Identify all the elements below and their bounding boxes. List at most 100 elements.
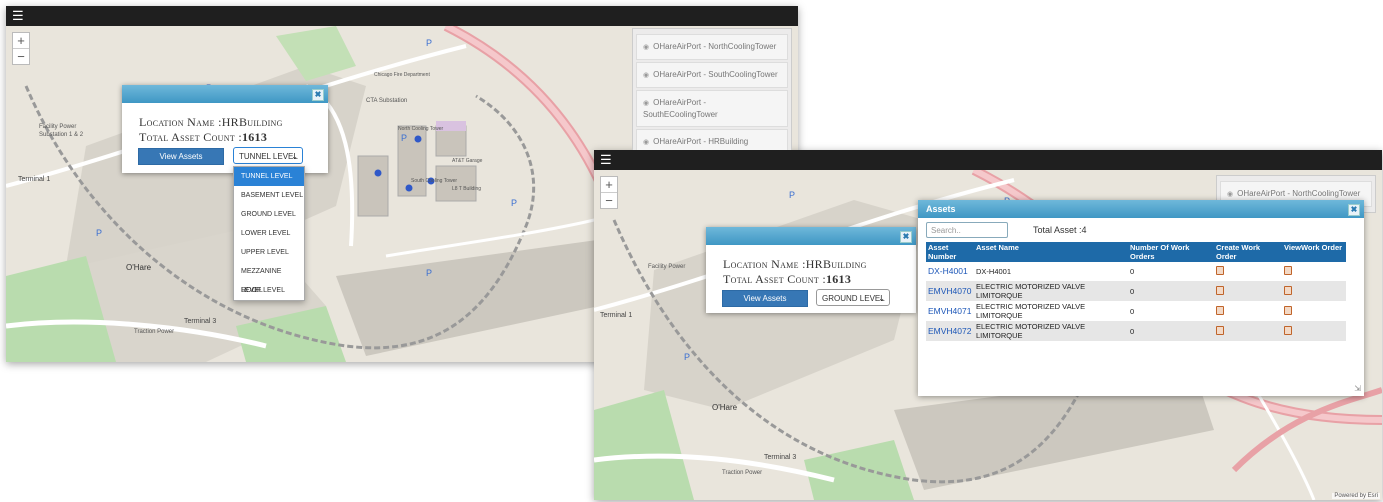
eye-icon: ◉ — [1227, 191, 1234, 198]
asset-name: ELECTRIC MOTORIZED VALVE LIMITORQUE — [974, 321, 1128, 341]
level-option-mezzanine[interactable]: MEZZANINE LEVEL — [234, 262, 304, 294]
work-order-count: 0 — [1128, 281, 1214, 301]
level-select[interactable]: TUNNEL LEVEL ⌄ — [233, 147, 303, 164]
svg-text:P: P — [684, 352, 690, 362]
asset-number-link[interactable]: EMVH4070 — [928, 286, 971, 296]
level-dropdown-list: TUNNEL LEVEL BASEMENT LEVEL GROUND LEVEL… — [233, 166, 305, 301]
map-label-facility-power: Facility Power — [39, 124, 77, 130]
map-label-substation: Substation 1 & 2 — [39, 132, 84, 138]
zoom-in-button[interactable]: + — [601, 177, 617, 192]
zoom-out-button[interactable]: − — [13, 48, 29, 64]
eye-icon: ◉ — [643, 44, 650, 51]
work-order-count: 0 — [1128, 262, 1214, 281]
col-asset-name[interactable]: Asset Name — [974, 242, 1128, 262]
level-option-upper[interactable]: UPPER LEVEL — [234, 243, 304, 262]
table-row: DX-H4001 DX-H4001 0 — [926, 262, 1346, 281]
svg-text:P: P — [789, 190, 795, 200]
eye-icon: ◉ — [643, 72, 650, 79]
layer-list: ◉ OHareAirPort - NorthCoolingTower ◉ OHare… — [632, 28, 792, 161]
chevron-down-icon: ⌄ — [878, 294, 885, 303]
col-create-work-order[interactable]: Create Work Order — [1214, 242, 1282, 262]
popup-header: ✖ — [706, 227, 916, 245]
zoom-in-button[interactable]: + — [13, 33, 29, 48]
svg-text:P: P — [426, 38, 432, 48]
chevron-down-icon: ⌄ — [291, 152, 298, 161]
hamburger-icon[interactable]: ☰ — [600, 152, 612, 168]
col-view-work-order[interactable]: ViewWork Order — [1282, 242, 1346, 262]
location-name: Location Name :HRBuilding — [723, 257, 867, 271]
level-option-ground[interactable]: GROUND LEVEL — [234, 205, 304, 224]
view-work-order-icon[interactable] — [1284, 325, 1292, 335]
table-header-row: Asset Number Asset Name Number Of Work O… — [926, 242, 1346, 262]
map-label-south-cooling: South Cooling Tower — [411, 178, 458, 184]
view-work-order-icon[interactable] — [1284, 285, 1292, 295]
map-label-cta: CTA Substation — [366, 98, 408, 104]
create-work-order-icon[interactable] — [1216, 325, 1224, 335]
asset-number-link[interactable]: DX-H4001 — [928, 266, 968, 276]
layer-item[interactable]: ◉ OHareAirPort - SouthCoolingTower — [636, 62, 788, 88]
map-label-terminal3: Terminal 3 — [764, 454, 797, 461]
asset-number-link[interactable]: EMVH4071 — [928, 306, 971, 316]
level-option-basement[interactable]: BASEMENT LEVEL — [234, 186, 304, 205]
map-label-fire: Chicago Fire Department — [374, 72, 430, 78]
create-work-order-icon[interactable] — [1216, 285, 1224, 295]
col-asset-number[interactable]: Asset Number — [926, 242, 974, 262]
zoom-out-button[interactable]: − — [601, 192, 617, 208]
svg-text:P: P — [511, 198, 517, 208]
map-label-facility-power: Facility Power — [648, 264, 686, 270]
asset-name: ELECTRIC MOTORIZED VALVE LIMITORQUE — [974, 301, 1128, 321]
total-asset-count: Total Asset Count :1613 — [139, 130, 268, 144]
level-option-roof[interactable]: ROOF LEVEL — [234, 281, 304, 300]
top-toolbar: ☰ — [6, 6, 798, 26]
eye-icon: ◉ — [643, 100, 650, 107]
asset-name: ELECTRIC MOTORIZED VALVE LIMITORQUE — [974, 281, 1128, 301]
layer-item[interactable]: ◉ OHareAirPort - SouthECoolingTower — [636, 90, 788, 127]
level-select[interactable]: GROUND LEVEL ⌄ — [816, 289, 890, 306]
svg-text:P: P — [426, 268, 432, 278]
assets-title: Assets — [926, 204, 956, 214]
create-work-order-icon[interactable] — [1216, 266, 1224, 275]
search-input[interactable] — [926, 222, 1008, 238]
hamburger-icon[interactable]: ☰ — [12, 8, 24, 24]
close-icon[interactable]: ✖ — [900, 231, 912, 243]
asset-name: DX-H4001 — [974, 262, 1128, 281]
asset-number-link[interactable]: EMVH4072 — [928, 326, 971, 336]
view-work-order-icon[interactable] — [1284, 305, 1292, 315]
right-screenshot-window: ☰ P P P O'Hare Terminal 1 Terminal 3 Fac… — [594, 150, 1382, 500]
map-label-ohare: O'Hare — [126, 263, 152, 272]
create-work-order-icon[interactable] — [1216, 305, 1224, 315]
map-label-att-garage: AT&T Garage — [452, 158, 483, 164]
svg-text:P: P — [401, 133, 407, 143]
table-row: EMVH4071 ELECTRIC MOTORIZED VALVE LIMITO… — [926, 301, 1346, 321]
level-option-tunnel[interactable]: TUNNEL LEVEL — [234, 167, 304, 186]
zoom-control: + − — [12, 32, 30, 65]
level-option-lower[interactable]: LOWER LEVEL — [234, 224, 304, 243]
assets-dialog: Assets ✖ Total Asset :4 Asset Number Ass… — [918, 200, 1364, 396]
view-assets-button[interactable]: View Assets — [138, 148, 224, 165]
location-name: Location Name :HRBuilding — [139, 115, 283, 129]
eye-icon: ◉ — [643, 139, 650, 146]
close-icon[interactable]: ✖ — [1348, 204, 1360, 216]
resize-handle-icon[interactable]: ⇲ — [1354, 384, 1361, 393]
view-assets-button[interactable]: View Assets — [722, 290, 808, 307]
map-label-terminal3: Terminal 3 — [184, 318, 217, 325]
total-asset-label: Total Asset :4 — [1033, 225, 1087, 235]
close-icon[interactable]: ✖ — [312, 89, 324, 101]
map-label-l8: L8 T Building — [452, 186, 482, 192]
top-toolbar: ☰ — [594, 150, 1382, 170]
map-attribution: Powered by Esri — [1332, 493, 1380, 499]
work-order-count: 0 — [1128, 301, 1214, 321]
layer-item[interactable]: ◉ OHareAirPort - NorthCoolingTower — [636, 34, 788, 60]
total-asset-count: Total Asset Count :1613 — [723, 272, 852, 286]
assets-table: Asset Number Asset Name Number Of Work O… — [926, 242, 1346, 341]
table-row: EMVH4072 ELECTRIC MOTORIZED VALVE LIMITO… — [926, 321, 1346, 341]
zoom-control: + − — [600, 176, 618, 209]
svg-text:P: P — [96, 228, 102, 238]
map-label-north-cooling: North Cooling Tower — [398, 126, 444, 132]
view-work-order-icon[interactable] — [1284, 266, 1292, 275]
map-label-terminal1: Terminal 1 — [18, 176, 51, 183]
assets-dialog-header: Assets ✖ — [918, 200, 1364, 218]
map-label-traction: Traction Power — [134, 329, 175, 335]
col-work-orders[interactable]: Number Of Work Orders — [1128, 242, 1214, 262]
table-row: EMVH4070 ELECTRIC MOTORIZED VALVE LIMITO… — [926, 281, 1346, 301]
